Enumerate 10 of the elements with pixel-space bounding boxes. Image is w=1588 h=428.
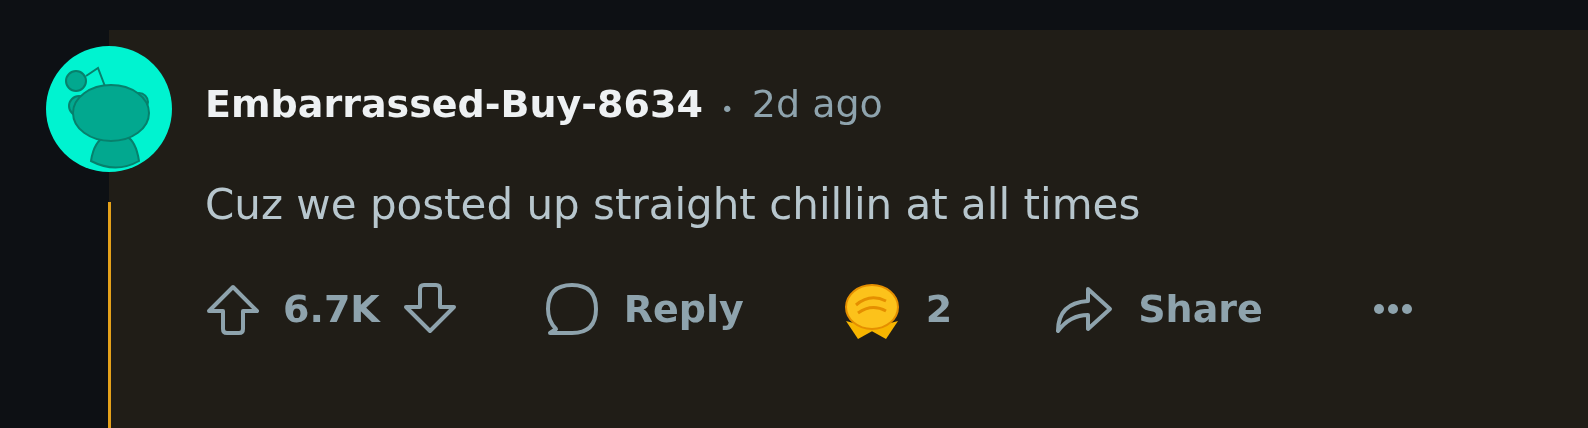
- avatar-icon[interactable]: [46, 46, 172, 172]
- username[interactable]: Embarrassed-Buy-8634: [205, 82, 703, 126]
- reply-button[interactable]: Reply: [541, 279, 744, 339]
- vote-count: 6.7K: [283, 287, 380, 331]
- more-options-icon[interactable]: [1372, 303, 1413, 315]
- comment-text: Cuz we posted up straight chillin at all times: [205, 180, 1142, 229]
- separator-dot: •: [720, 97, 734, 122]
- award-button[interactable]: 2: [839, 277, 953, 341]
- share-button[interactable]: Share: [1052, 281, 1263, 337]
- timestamp: 2d ago: [751, 82, 883, 126]
